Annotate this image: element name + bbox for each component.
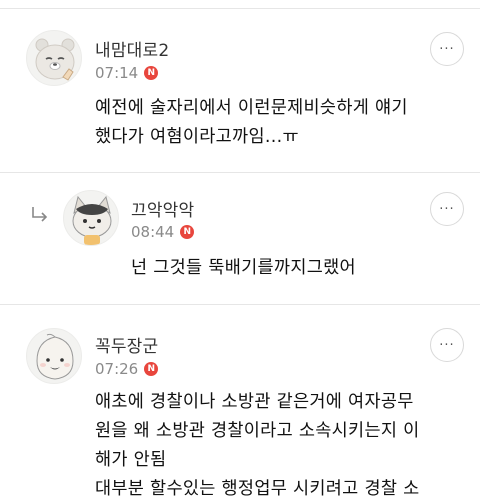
new-badge: N: [144, 66, 159, 80]
comment-thread: 내맘대로2 07:14 N 예전에 술자리에서 이런문제비슷하게 얘기 했다가 …: [0, 0, 480, 497]
comment-text: 애초에 경찰이나 소방관 같은거에 여자공무 원을 왜 소방관 경찰이라고 소속…: [95, 392, 420, 497]
avatar-peach-icon[interactable]: [26, 328, 82, 384]
author-name[interactable]: 끄악악악: [131, 196, 194, 221]
new-badge: N: [180, 225, 195, 239]
avatar-cat-icon[interactable]: [63, 190, 119, 246]
divider: [0, 172, 480, 173]
comment-meta: 07:14 N: [95, 64, 159, 82]
comment-text: 예전에 술자리에서 이런문제비슷하게 얘기 했다가 여혐이라고까임...ㅠ: [95, 98, 408, 147]
more-options-button[interactable]: ···: [430, 328, 464, 362]
comment-time: 07:26: [95, 360, 139, 378]
reply-arrow-icon: [32, 207, 48, 222]
author-name[interactable]: 내맘대로2: [95, 36, 169, 61]
comment-time: 08:44: [131, 223, 175, 241]
new-badge: N: [144, 362, 159, 376]
comment-meta: 07:26 N: [95, 360, 159, 378]
more-options-button[interactable]: ···: [430, 192, 464, 226]
more-options-button[interactable]: ···: [430, 32, 464, 66]
avatar-bear-icon[interactable]: [26, 30, 82, 86]
top-divider: [0, 8, 480, 9]
comment-meta: 08:44 N: [131, 223, 195, 241]
author-name[interactable]: 꼭두장군: [95, 332, 158, 357]
comment-time: 07:14: [95, 64, 139, 82]
comment-text: 넌 그것들 뚝배기를까지그랬어: [131, 258, 356, 278]
divider: [0, 304, 480, 305]
